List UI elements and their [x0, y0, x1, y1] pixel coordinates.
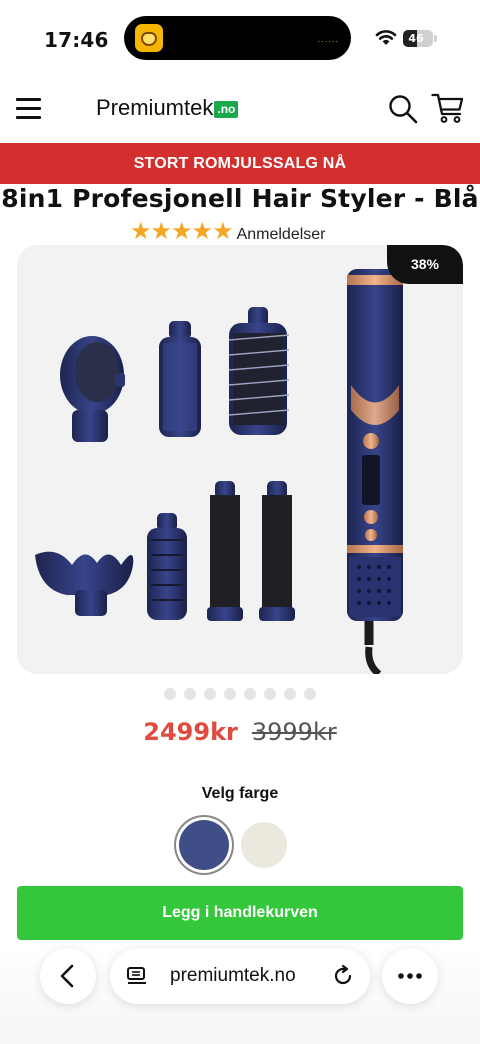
- carousel-dot[interactable]: [164, 688, 176, 700]
- diffuser-bowl-attachment: [35, 551, 134, 616]
- styler-handle: [347, 269, 403, 674]
- product-rating[interactable]: ★★★★★ Anmeldelser: [130, 217, 370, 245]
- product-title: 8in1 Profesjonell Hair Styler - Blå: [1, 184, 479, 213]
- search-icon[interactable]: [388, 94, 418, 124]
- reader-icon[interactable]: [126, 966, 148, 986]
- carousel-dot[interactable]: [184, 688, 196, 700]
- color-swatch-blue[interactable]: [179, 820, 229, 870]
- reviews-link[interactable]: Anmeldelser: [237, 226, 326, 244]
- price-row: 2499kr 3999kr: [0, 718, 480, 746]
- site-header: Premiumtek .no: [0, 78, 480, 142]
- carousel-dot[interactable]: [284, 688, 296, 700]
- bristle-brush-attachment: [228, 307, 290, 435]
- small-round-brush-attachment: [147, 513, 187, 620]
- browser-toolbar: premiumtek.no: [0, 944, 480, 1044]
- site-logo[interactable]: Premiumtek .no: [96, 95, 239, 123]
- carousel-dot[interactable]: [304, 688, 316, 700]
- add-to-cart-button[interactable]: Legg i handlekurven: [17, 886, 463, 940]
- carousel-dot[interactable]: [224, 688, 236, 700]
- reload-icon[interactable]: [332, 965, 354, 987]
- sale-price: 2499kr: [143, 718, 238, 746]
- menu-icon[interactable]: [16, 98, 41, 119]
- back-icon: [60, 964, 74, 988]
- curling-barrel-right: [259, 481, 295, 621]
- url-text[interactable]: premiumtek.no: [170, 948, 296, 1004]
- cart-icon[interactable]: [431, 92, 465, 124]
- status-bar: 17:46 ...... 46: [0, 0, 480, 78]
- product-image-carousel[interactable]: 38%: [17, 245, 463, 674]
- original-price: 3999kr: [251, 718, 337, 746]
- back-button[interactable]: [40, 948, 96, 1004]
- battery-percent: 46: [408, 32, 424, 45]
- carousel-dots: [0, 687, 480, 701]
- discount-badge: 38%: [387, 245, 463, 284]
- logo-badge: .no: [214, 101, 239, 118]
- live-activity-indicator: ......: [317, 35, 339, 44]
- live-activity-app-icon[interactable]: [135, 24, 163, 52]
- battery-icon: 46: [403, 30, 433, 47]
- star-rating-icons: ★★★★★: [130, 218, 234, 245]
- carousel-dot[interactable]: [204, 688, 216, 700]
- diffuser-attachment: [60, 336, 125, 442]
- promo-banner[interactable]: STORT ROMJULSSALG NÅ: [0, 143, 480, 184]
- more-icon: [398, 973, 422, 979]
- dynamic-island[interactable]: ......: [124, 16, 351, 60]
- product-image: [35, 269, 403, 674]
- curling-barrel-left: [207, 481, 243, 621]
- logo-text: Premiumtek: [96, 95, 214, 120]
- more-button[interactable]: [382, 948, 438, 1004]
- color-swatch-cream[interactable]: [241, 822, 287, 868]
- clock: 17:46: [44, 28, 109, 52]
- carousel-dot[interactable]: [264, 688, 276, 700]
- battery-cap: [434, 35, 437, 42]
- round-brush-attachment: [159, 321, 201, 437]
- color-label: Velg farge: [201, 785, 279, 802]
- wifi-icon: [375, 30, 397, 45]
- carousel-dot[interactable]: [244, 688, 256, 700]
- address-bar[interactable]: premiumtek.no: [110, 948, 370, 1004]
